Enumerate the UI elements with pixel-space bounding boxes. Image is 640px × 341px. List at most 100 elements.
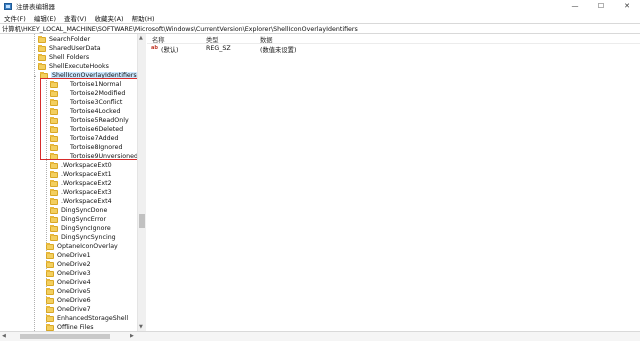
- tree-item[interactable]: .WorkspaceExt2: [50, 179, 112, 188]
- tree-item-label: OneDrive7: [57, 306, 91, 313]
- folder-icon: [46, 269, 54, 277]
- tree-item-label: OneDrive4: [57, 279, 91, 286]
- folder-icon: [50, 206, 58, 214]
- tree-item[interactable]: EnhancedStorageShell: [46, 314, 128, 323]
- tree-item[interactable]: OneDrive4: [46, 278, 91, 287]
- tree-item-label: .WorkspaceExt2: [61, 180, 112, 187]
- folder-icon: [46, 314, 54, 322]
- menu-edit[interactable]: 编辑(E): [30, 13, 60, 23]
- close-button[interactable]: ✕: [614, 0, 640, 12]
- tree-item-label: SharedUserData: [49, 45, 101, 52]
- minimize-button[interactable]: —: [562, 0, 588, 12]
- folder-icon: [46, 287, 54, 295]
- list-header: 名称 类型 数据: [147, 34, 640, 44]
- tree-item[interactable]: ShellExecuteHooks: [38, 62, 109, 71]
- folder-icon: [50, 197, 58, 205]
- tree-item-label: Offline Files: [57, 324, 94, 331]
- tree-item-label: OneDrive5: [57, 288, 91, 295]
- tree-item-label: OneDrive2: [57, 261, 91, 268]
- tree-item-label: .WorkspaceExt4: [61, 198, 112, 205]
- folder-icon: [50, 233, 58, 241]
- scrollbar-thumb[interactable]: [139, 214, 145, 228]
- menu-favorites[interactable]: 收藏夹(A): [91, 13, 128, 23]
- tree-item[interactable]: DingSyncDone: [50, 206, 107, 215]
- tree-item[interactable]: OneDrive6: [46, 296, 91, 305]
- tree-item-label: .WorkspaceExt3: [61, 189, 112, 196]
- chevron-down-icon[interactable]: ⌄: [32, 73, 38, 79]
- tree-item[interactable]: DingSyncSyncing: [50, 233, 116, 242]
- tree-item[interactable]: SearchFolder: [38, 35, 90, 44]
- key-tree[interactable]: SearchFolder SharedUserData Shell Folder…: [0, 34, 146, 331]
- menu-view[interactable]: 查看(V): [60, 13, 91, 23]
- scroll-left-arrow-icon[interactable]: ◀: [2, 333, 6, 339]
- folder-icon: [46, 278, 54, 286]
- tree-item[interactable]: Shell Folders: [38, 53, 89, 62]
- folder-icon: [38, 35, 46, 43]
- folder-icon: [50, 215, 58, 223]
- folder-icon: [50, 224, 58, 232]
- value-data: (数值未设置): [260, 47, 297, 54]
- scroll-down-arrow-icon[interactable]: ▼: [139, 324, 143, 330]
- tree-item-label: OptaneIconOverlay: [57, 243, 118, 250]
- tree-item-label: OneDrive3: [57, 270, 91, 277]
- tree-item-label: Shell Folders: [49, 54, 90, 61]
- address-path[interactable]: 计算机\HKEY_LOCAL_MACHINE\SOFTWARE\Microsof…: [2, 24, 358, 33]
- column-header-name[interactable]: 名称: [152, 35, 165, 44]
- tree-item-label: DingSyncSyncing: [61, 234, 116, 241]
- tree-item[interactable]: OneDrive5: [46, 287, 91, 296]
- tree-item-label: EnhancedStorageShell: [57, 315, 129, 322]
- address-bar[interactable]: 计算机\HKEY_LOCAL_MACHINE\SOFTWARE\Microsof…: [0, 23, 640, 34]
- menu-help[interactable]: 帮助(H): [128, 13, 159, 23]
- folder-icon: [50, 179, 58, 187]
- folder-icon: [46, 305, 54, 313]
- scroll-up-arrow-icon[interactable]: ▲: [139, 35, 143, 41]
- folder-icon: [50, 170, 58, 178]
- tree-item[interactable]: OptaneIconOverlay: [46, 242, 118, 251]
- tree-item-label: ShellExecuteHooks: [49, 63, 109, 70]
- tree-item[interactable]: .WorkspaceExt4: [50, 197, 112, 206]
- tree-item-label: OneDrive6: [57, 297, 91, 304]
- menu-bar: 文件(F) 编辑(E) 查看(V) 收藏夹(A) 帮助(H): [0, 12, 640, 23]
- tree-item-label: SearchFolder: [49, 36, 91, 43]
- tree-item[interactable]: OneDrive7: [46, 305, 91, 314]
- tree-item-label: DingSyncDone: [61, 207, 108, 214]
- tree-item-label: OneDrive1: [57, 252, 91, 259]
- column-header-type[interactable]: 类型: [206, 35, 219, 44]
- folder-icon: [38, 44, 46, 52]
- tree-item[interactable]: DingSyncIgnore: [50, 224, 111, 233]
- scroll-right-arrow-icon[interactable]: ▶: [130, 333, 134, 339]
- values-list[interactable]: 名称 类型 数据 ab (默认) REG_SZ (数值未设置): [147, 34, 640, 331]
- folder-icon: [50, 161, 58, 169]
- horizontal-scrollbar-thumb[interactable]: [20, 334, 110, 339]
- value-name: (默认): [161, 47, 179, 54]
- tree-item[interactable]: .WorkspaceExt1: [50, 170, 112, 179]
- tree-item[interactable]: OneDrive3: [46, 269, 91, 278]
- folder-icon: [38, 62, 46, 70]
- registry-editor-icon: [4, 2, 12, 10]
- folder-icon: [46, 242, 54, 250]
- column-header-data[interactable]: 数据: [260, 35, 273, 44]
- folder-icon: [46, 296, 54, 304]
- tree-item[interactable]: SharedUserData: [38, 44, 101, 53]
- folder-icon: [50, 188, 58, 196]
- menu-file[interactable]: 文件(F): [0, 13, 30, 23]
- tree-item[interactable]: .WorkspaceExt0: [50, 161, 112, 170]
- tree-item-label: .WorkspaceExt1: [61, 171, 112, 178]
- tree-item-label: DingSyncError: [61, 216, 107, 223]
- window-controls: — ☐ ✕: [562, 0, 640, 12]
- tree-item[interactable]: OneDrive2: [46, 260, 91, 269]
- value-type: REG_SZ: [206, 45, 231, 52]
- tree-item[interactable]: Offline Files: [46, 323, 93, 331]
- tree-item[interactable]: OneDrive1: [46, 251, 91, 260]
- tree-vertical-scrollbar[interactable]: ▲ ▼: [137, 34, 146, 331]
- list-item[interactable]: ab (默认) REG_SZ (数值未设置): [147, 44, 640, 54]
- title-bar: 注册表编辑器 — ☐ ✕: [0, 0, 640, 12]
- folder-icon: [46, 251, 54, 259]
- folder-icon: [38, 53, 46, 61]
- folder-icon: [46, 323, 54, 331]
- maximize-button[interactable]: ☐: [588, 0, 614, 12]
- tree-item[interactable]: .WorkspaceExt3: [50, 188, 112, 197]
- window-title: 注册表编辑器: [16, 3, 55, 11]
- tree-item-label: DingSyncIgnore: [61, 225, 111, 232]
- tree-item[interactable]: DingSyncError: [50, 215, 106, 224]
